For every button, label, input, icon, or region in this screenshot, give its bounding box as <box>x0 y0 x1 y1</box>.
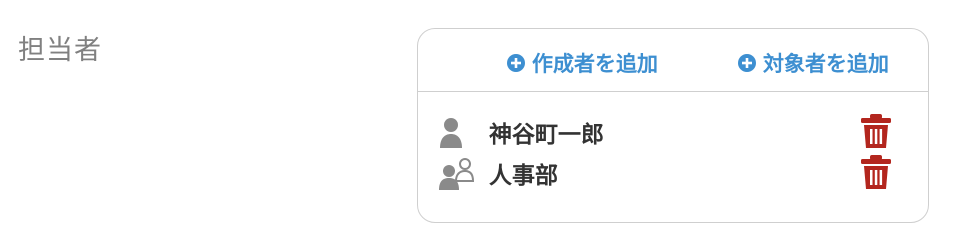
group-icon <box>439 158 474 190</box>
assignee-row: 神谷町一郎 <box>418 112 928 152</box>
add-target-link[interactable]: 対象者を追加 <box>738 48 889 78</box>
add-creator-label: 作成者を追加 <box>532 52 658 76</box>
field-label: 担当者 <box>18 35 102 66</box>
plus-circle-icon <box>507 54 525 72</box>
add-creator-link[interactable]: 作成者を追加 <box>507 48 658 78</box>
assignee-row: 人事部 <box>418 153 928 193</box>
trash-icon[interactable] <box>859 154 893 190</box>
add-target-label: 対象者を追加 <box>763 52 889 76</box>
trash-icon[interactable] <box>859 113 893 149</box>
user-icon <box>440 118 462 148</box>
panel-header: 作成者を追加 対象者を追加 <box>418 29 928 92</box>
assignee-panel: 作成者を追加 対象者を追加 神谷町一郎 人事部 <box>417 28 929 223</box>
assignee-name: 神谷町一郎 <box>489 122 604 148</box>
assignee-name: 人事部 <box>489 163 558 189</box>
plus-circle-icon <box>738 54 756 72</box>
